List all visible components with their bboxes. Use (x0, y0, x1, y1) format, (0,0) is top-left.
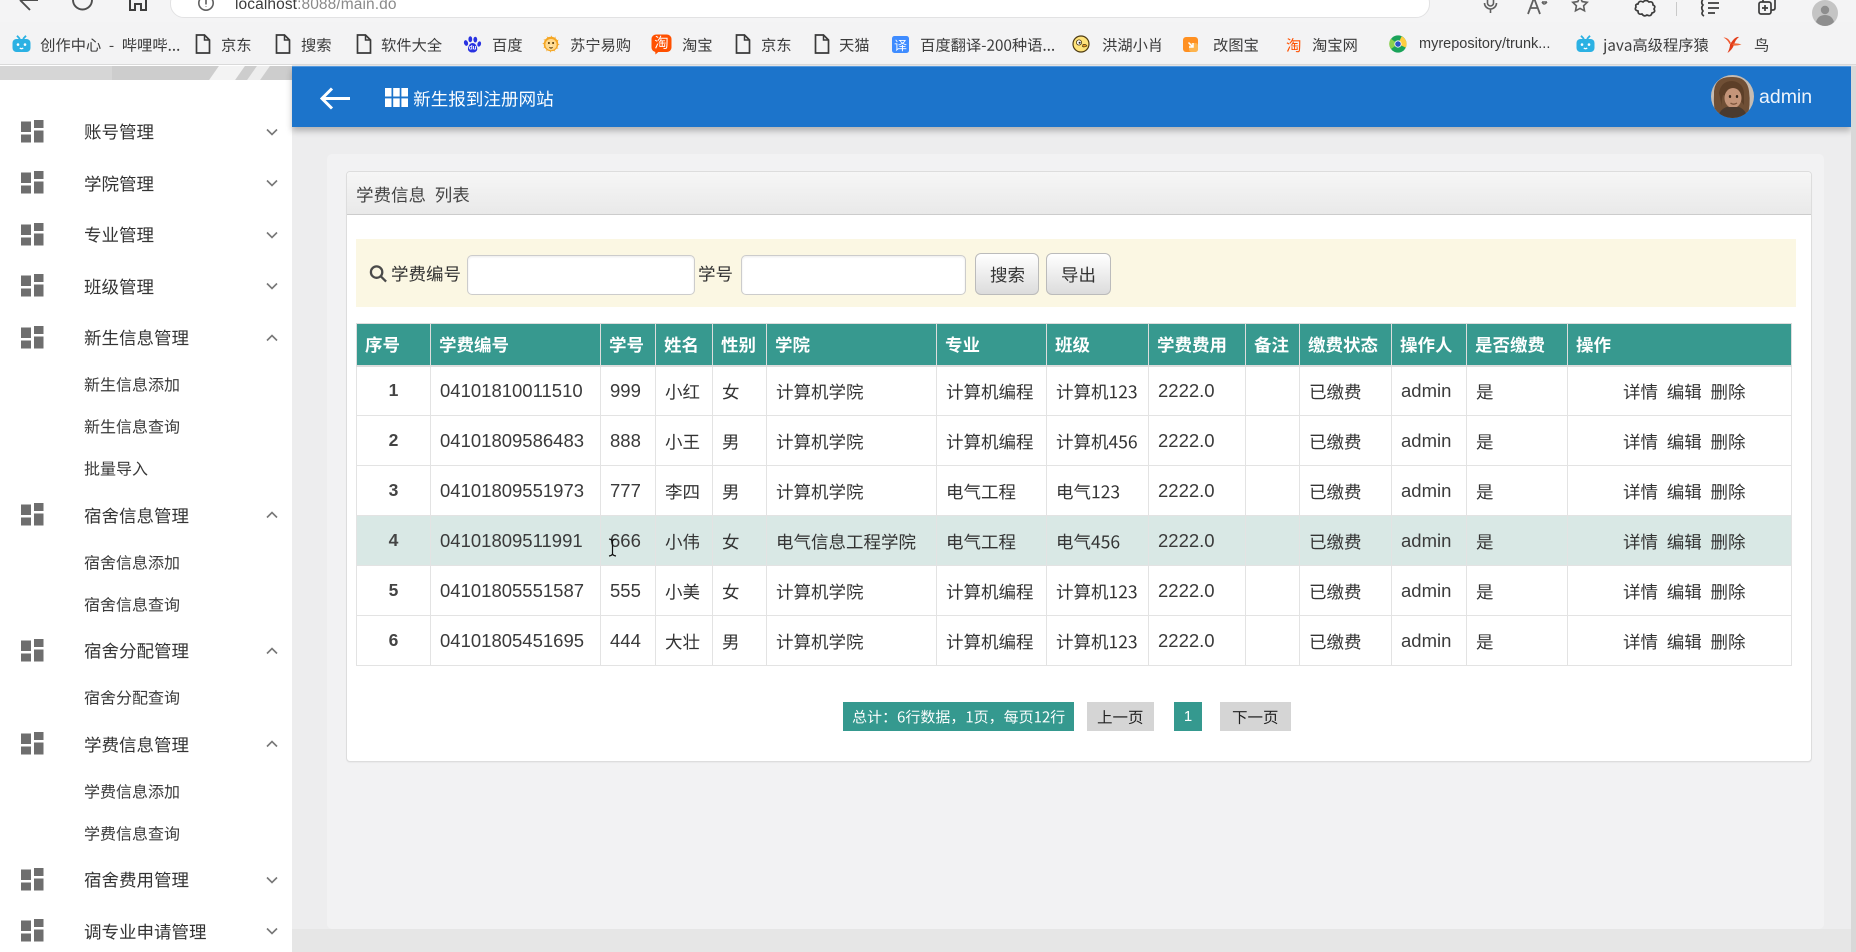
svg-text:du: du (469, 44, 477, 51)
